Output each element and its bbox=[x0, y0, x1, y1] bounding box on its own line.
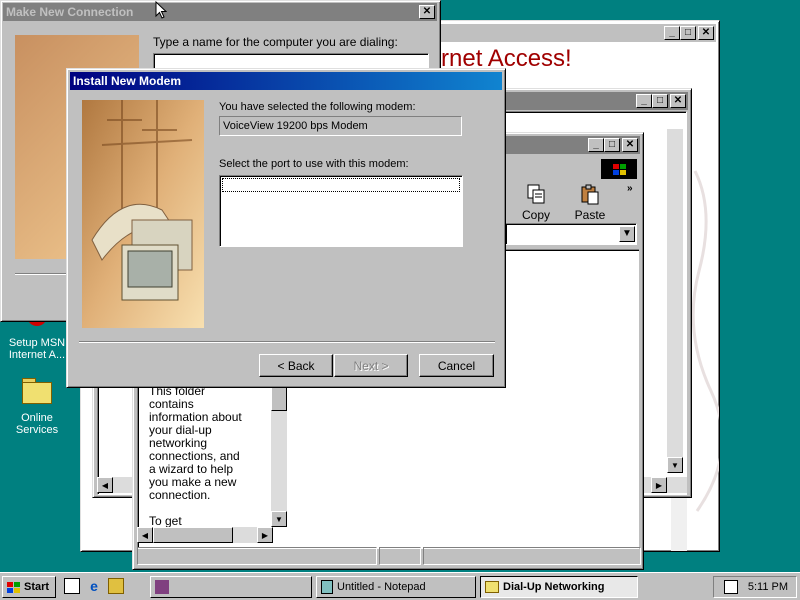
start-label: Start bbox=[24, 581, 50, 593]
scroll-down-arrow[interactable]: ▼ bbox=[271, 511, 287, 527]
cancel-button[interactable]: Cancel bbox=[419, 354, 494, 377]
task-button-notepad[interactable]: Untitled - Notepad bbox=[316, 576, 476, 598]
paste-button[interactable]: Paste bbox=[569, 183, 611, 222]
outlook-quicklaunch-icon[interactable] bbox=[108, 578, 124, 594]
desktop-icon-label: Online bbox=[21, 412, 53, 424]
close-button[interactable]: ✕ bbox=[698, 26, 714, 40]
selected-modem-label: You have selected the following modem: bbox=[219, 101, 416, 113]
task-label: Untitled - Notepad bbox=[337, 581, 426, 593]
info-panel: This folder contains information about y… bbox=[149, 385, 269, 528]
desktop-icon-online-services[interactable]: Online Services bbox=[2, 378, 72, 436]
status-bar bbox=[137, 547, 641, 565]
ie-background-swirl bbox=[691, 170, 719, 512]
port-list-item-selected[interactable] bbox=[222, 178, 460, 192]
quick-launch: e bbox=[64, 578, 124, 594]
connection-prompt: Type a name for the computer you are dia… bbox=[153, 35, 398, 49]
cancel-button-label: Cancel bbox=[437, 358, 476, 373]
maximize-button[interactable]: □ bbox=[652, 94, 668, 108]
dialup-vertical-scrollbar[interactable]: ▼ bbox=[667, 129, 683, 473]
maximize-button[interactable]: □ bbox=[604, 138, 620, 152]
folder-icon bbox=[22, 378, 52, 404]
modem-name: VoiceView 19200 bps Modem bbox=[223, 120, 368, 132]
modem-name-field: VoiceView 19200 bps Modem bbox=[219, 116, 462, 136]
copy-label: Copy bbox=[521, 208, 550, 222]
desktop-icon-label: Services bbox=[15, 424, 59, 436]
info-panel-scrollbar[interactable]: ▼ bbox=[271, 379, 287, 527]
info-line: connection. bbox=[149, 488, 211, 502]
taskbar: Start e Untitled - Notepad Dial-Up Netwo… bbox=[0, 572, 800, 600]
app-icon bbox=[155, 580, 169, 594]
address-combo[interactable]: ▼ bbox=[505, 223, 637, 245]
ie-quicklaunch-icon[interactable]: e bbox=[86, 578, 102, 594]
scroll-left-arrow[interactable]: ◀ bbox=[137, 527, 153, 543]
task-button-dialup[interactable]: Dial-Up Networking bbox=[480, 576, 638, 598]
copy-icon bbox=[527, 184, 545, 204]
port-label: Select the port to use with this modem: bbox=[219, 158, 409, 170]
modem-illustration bbox=[82, 100, 204, 328]
install-new-modem-dialog[interactable]: Install New Modem You have selected the … bbox=[66, 68, 506, 388]
windows-logo-icon bbox=[7, 581, 20, 593]
start-button[interactable]: Start bbox=[2, 576, 56, 598]
minimize-button[interactable]: _ bbox=[664, 26, 680, 40]
dialup-folder-icon bbox=[485, 581, 499, 593]
scroll-right-arrow[interactable]: ▶ bbox=[257, 527, 273, 543]
scroll-thumb[interactable] bbox=[153, 527, 233, 543]
scroll-down-arrow[interactable]: ▼ bbox=[667, 457, 683, 473]
close-button[interactable]: ✕ bbox=[419, 5, 435, 19]
desktop-quicklaunch-icon[interactable] bbox=[64, 578, 80, 594]
install-modem-title-bar[interactable]: Install New Modem bbox=[70, 72, 502, 90]
window-title: Install New Modem bbox=[73, 74, 182, 88]
desktop-icon-label: Setup MSN bbox=[8, 337, 66, 349]
make-new-connection-title-bar[interactable]: Make New Connection ✕ bbox=[3, 3, 437, 21]
minimize-button[interactable]: _ bbox=[588, 138, 604, 152]
task-button-msn[interactable] bbox=[150, 576, 312, 598]
back-button[interactable]: < Back bbox=[259, 354, 333, 377]
back-button-label: < Back bbox=[277, 358, 315, 373]
windows-logo bbox=[601, 159, 637, 179]
minimize-button[interactable]: _ bbox=[636, 94, 652, 108]
more-buttons-chevron[interactable]: » bbox=[627, 183, 633, 194]
paste-label: Paste bbox=[574, 208, 606, 222]
scroll-left-arrow[interactable]: ◀ bbox=[97, 477, 113, 493]
next-button[interactable]: Next > bbox=[334, 354, 408, 377]
close-button[interactable]: ✕ bbox=[622, 138, 638, 152]
desktop-icon-label: Internet A... bbox=[8, 349, 66, 361]
mouse-cursor bbox=[155, 1, 167, 19]
system-tray: 5:11 PM bbox=[713, 576, 797, 598]
chevron-down-icon[interactable]: ▼ bbox=[619, 226, 635, 242]
next-button-label: Next > bbox=[353, 358, 389, 373]
window-title: Make New Connection bbox=[6, 5, 134, 19]
port-listbox[interactable] bbox=[219, 175, 463, 247]
clock[interactable]: 5:11 PM bbox=[748, 581, 788, 593]
separator bbox=[79, 341, 495, 343]
task-label: Dial-Up Networking bbox=[503, 581, 605, 593]
notepad-icon bbox=[321, 580, 333, 594]
info-panel-h-scrollbar[interactable]: ◀ ▶ bbox=[137, 527, 273, 543]
scroll-right-arrow[interactable]: ▶ bbox=[651, 477, 667, 493]
scheduler-icon[interactable] bbox=[723, 580, 738, 594]
paste-icon bbox=[581, 184, 599, 205]
copy-button[interactable]: Copy bbox=[515, 183, 557, 222]
maximize-button[interactable]: □ bbox=[680, 26, 696, 40]
close-button[interactable]: ✕ bbox=[670, 94, 686, 108]
